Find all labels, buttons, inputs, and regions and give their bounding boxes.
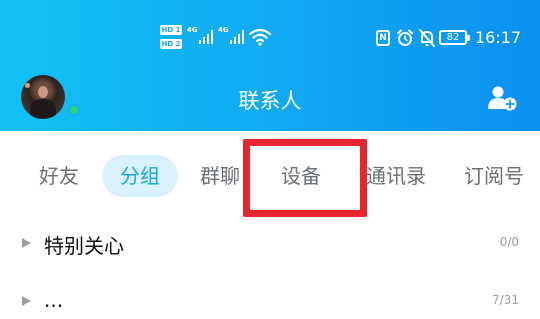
tab-groups[interactable]: 分组 [102,155,178,197]
tab-group-chats[interactable]: 群聊 [200,155,240,197]
expand-arrow-icon [22,296,31,306]
add-contact-icon[interactable] [487,85,517,111]
nfc-icon: N [376,30,390,46]
status-bar: HD 1 HD 2 4G 4G N 82 16:17 [0,24,540,50]
highlight-box [243,139,367,217]
battery-icon: 82 [439,30,470,45]
hd-sim1-badge: HD 1 [160,25,182,35]
page-title: 联系人 [238,89,302,113]
tab-subscriptions[interactable]: 订阅号 [464,155,524,197]
wifi-icon [249,28,271,46]
group-count: 0/0 [499,235,519,249]
alarm-icon [397,29,413,46]
group-name: 特别关心 [44,234,124,258]
hd-sim2-badge: HD 2 [160,39,182,49]
tab-friends[interactable]: 好友 [39,155,79,197]
header-bar: HD 1 HD 2 4G 4G N 82 16:17 联系人 [0,0,540,131]
group-count: 7/31 [492,293,519,307]
mute-bell-icon [419,29,435,47]
group-name: ... [44,288,64,312]
status-time: 16:17 [475,28,522,47]
hd-badges: HD 1 HD 2 [160,24,184,52]
tab-address-book[interactable]: 通讯录 [366,155,426,197]
group-row[interactable]: ... 7/31 [0,285,540,319]
group-row[interactable]: 特别关心 0/0 [0,227,540,263]
expand-arrow-icon [22,238,31,248]
